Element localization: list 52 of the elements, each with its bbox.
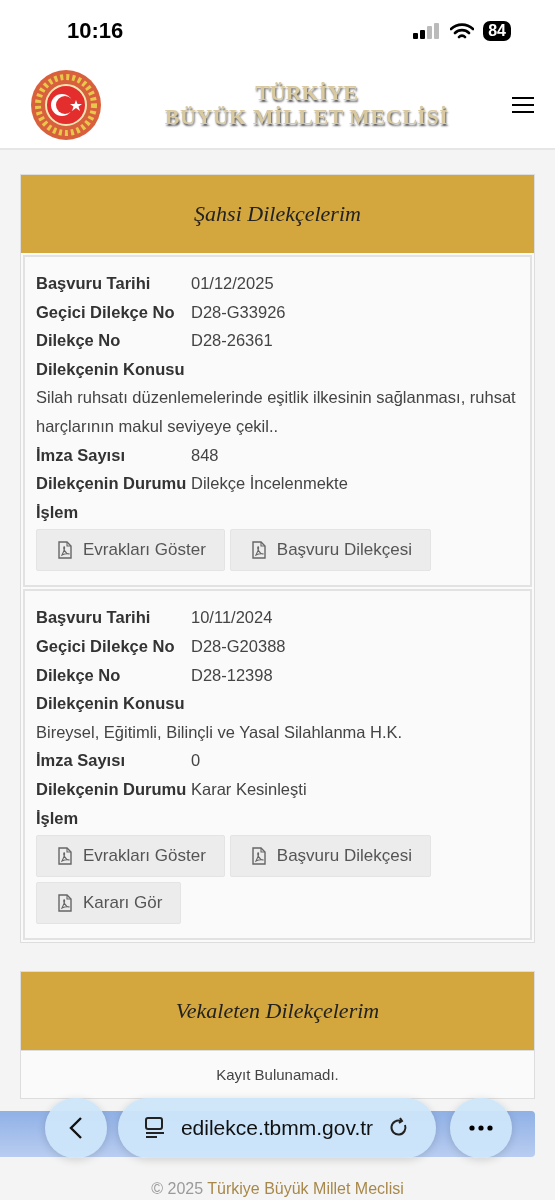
pdf-button[interactable]: Başvuru Dilekçesi — [229, 835, 431, 878]
emblem-logo — [30, 69, 102, 141]
field-label: İşlem — [36, 807, 80, 829]
pdf-icon — [250, 847, 267, 866]
section-title: Vekaleten Dilekçelerim — [21, 972, 534, 1051]
field-label: Dilekçenin Konusu — [36, 693, 186, 715]
section-title: Şahsi Dilekçelerim — [21, 175, 534, 253]
site-title: BÜYÜK MİLLET MECLİSİ — [163, 105, 450, 130]
field-label: İmza Sayısı — [36, 750, 126, 772]
field-label: Geçici Dilekçe No — [36, 635, 176, 657]
field-value: Karar Kesinleşti — [191, 778, 307, 800]
field-label: İmza Sayısı — [36, 444, 126, 466]
back-icon — [69, 1116, 83, 1140]
copyright-text: © 2025 — [151, 1180, 204, 1197]
field-value: Silah ruhsatı düzenlemelerinde eşitlik ilkesinin sağlanması, ruhsat harçlarının makul seviyeye çekil.. — [36, 387, 517, 437]
battery-level: 84 — [483, 21, 511, 41]
pdf-button[interactable]: Evrakları Göster — [36, 529, 225, 572]
more-icon — [469, 1125, 493, 1131]
field-value: Bireysel, Eğitimli, Bilinçli ve Yasal Silahlanma H.K. — [36, 721, 404, 743]
pdf-button[interactable]: Kararı Gör — [36, 882, 182, 925]
field-value: 848 — [191, 444, 219, 466]
pdf-icon — [57, 847, 73, 866]
tabs-icon — [144, 1117, 165, 1139]
field-label: Başvuru Tarihi — [36, 273, 152, 294]
clock: 10:16 — [67, 18, 124, 44]
field-label: Dilekçenin Konusu — [36, 358, 186, 380]
pdf-button[interactable]: Başvuru Dilekçesi — [229, 529, 431, 572]
field-label: Dilekçenin Durumu — [36, 778, 188, 800]
address-bar[interactable]: edilekce.tbmm.gov.tr — [118, 1098, 436, 1158]
url-text: edilekce.tbmm.gov.tr — [180, 1116, 374, 1140]
field-value: 01/12/2025 — [191, 273, 274, 294]
field-value: Dilekçe İncelenmekte — [191, 473, 348, 495]
pdf-button[interactable]: Evrakları Göster — [36, 835, 225, 878]
field-value: D28-G33926 — [191, 301, 286, 323]
pdf-icon — [250, 541, 267, 560]
wifi-icon — [450, 22, 475, 40]
field-label: İşlem — [36, 501, 80, 523]
field-value: D28-26361 — [191, 330, 273, 352]
field-label: Dilekçe No — [36, 664, 122, 686]
field-value: 10/11/2024 — [191, 607, 273, 629]
menu-icon[interactable] — [511, 96, 535, 114]
pdf-icon — [57, 894, 73, 913]
field-value: 0 — [191, 750, 201, 772]
site-title: TÜRKİYE — [254, 80, 359, 105]
field-value: D28-12398 — [191, 664, 273, 686]
field-label: Başvuru Tarihi — [36, 607, 152, 629]
field-label: Geçici Dilekçe No — [36, 301, 176, 323]
pdf-icon — [57, 541, 73, 560]
field-label: Dilekçe No — [36, 330, 122, 352]
field-label: Dilekçenin Durumu — [36, 473, 188, 495]
field-value: D28-G20388 — [191, 635, 286, 657]
signal-icon — [413, 23, 442, 39]
